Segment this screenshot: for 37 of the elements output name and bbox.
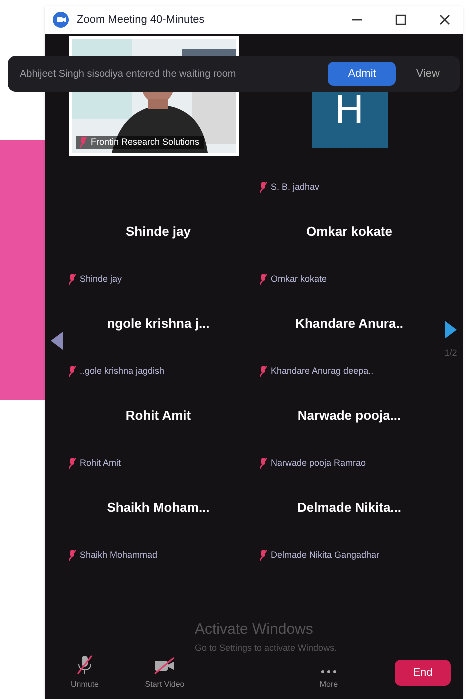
previous-page-icon[interactable]	[51, 332, 63, 350]
window-title: Zoom Meeting 40-Minutes	[77, 12, 206, 28]
admit-button[interactable]: Admit	[328, 62, 396, 86]
participant-label: Frontin Research Solutions	[91, 136, 200, 148]
close-icon[interactable]	[439, 14, 451, 26]
participant-label: Khandare Anurag deepa..	[271, 364, 374, 378]
participant-label: ..gole krishna jagdish	[80, 364, 165, 378]
participant-name: ngole krishna j...	[107, 314, 210, 333]
muted-mic-icon	[76, 655, 94, 675]
participant-label: Narwade pooja Ramrao	[271, 456, 366, 470]
activation-text: Go to Settings to activate Windows.	[195, 642, 338, 655]
unmute-button[interactable]: Unmute	[57, 655, 113, 691]
page-indicator: 1/2	[444, 346, 458, 360]
participant-label: S. B. jadhav	[271, 180, 320, 194]
participant-name: Omkar kokate	[306, 222, 392, 240]
participant-name: Khandare Anura..	[296, 314, 404, 332]
end-button[interactable]: End	[395, 660, 451, 686]
next-page-icon[interactable]	[445, 320, 457, 339]
participant-name: Rohit Amit	[126, 406, 192, 424]
more-icon	[320, 669, 338, 675]
more-button[interactable]: More	[301, 669, 357, 691]
participant-label: Shaikh Mohammad	[80, 548, 158, 562]
start-video-button[interactable]: Start Video	[137, 657, 193, 691]
participant-label: Shinde jay	[80, 272, 122, 286]
video-off-icon	[154, 657, 176, 675]
app-logo-icon	[53, 12, 69, 28]
participant-label: Delmade Nikita Gangadhar	[271, 548, 380, 562]
activation-title: Activate Windows	[195, 620, 314, 640]
participant-name: Shaikh Moham...	[107, 498, 210, 516]
notification-message: Abhijeet Singh sisodiya entered the waiting room	[20, 68, 238, 82]
view-button[interactable]: View	[408, 66, 448, 82]
participant-name: Shinde jay	[126, 222, 192, 241]
participant-name: Delmade Nikita...	[297, 498, 402, 516]
participant-label: Omkar kokate	[271, 272, 328, 286]
participant-name: Narwade pooja...	[298, 406, 402, 425]
maximize-icon[interactable]	[395, 14, 407, 26]
participant-label: Rohit Amit	[80, 456, 122, 470]
